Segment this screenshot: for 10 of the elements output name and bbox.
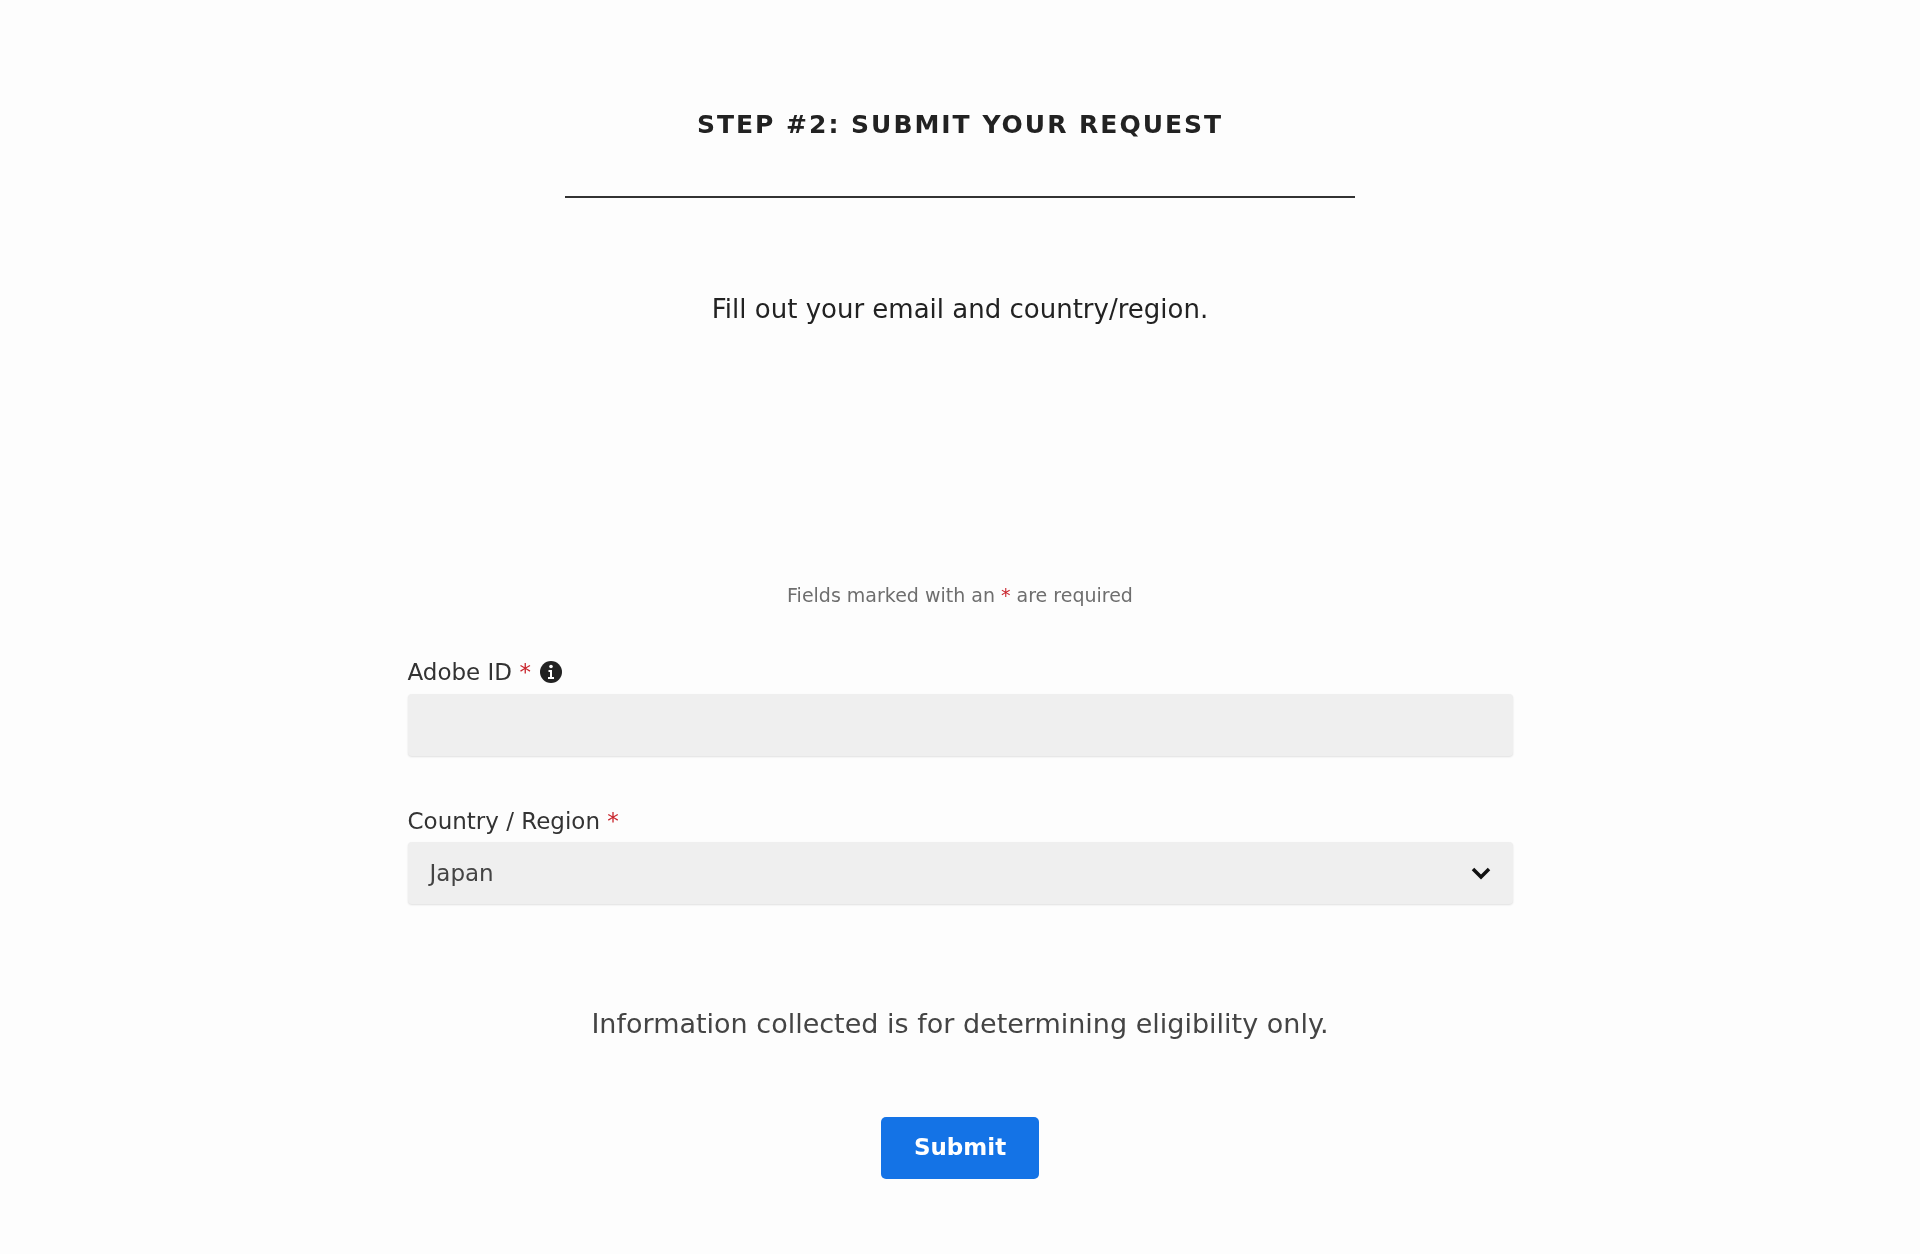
instruction-text: Fill out your email and country/region.	[710, 292, 1210, 326]
chevron-down-icon	[1470, 866, 1491, 880]
field-label: Adobe ID *	[407, 658, 531, 687]
required-note: Fields marked with an * are required	[787, 583, 1133, 606]
info-icon[interactable]	[538, 660, 563, 685]
field-label: Country / Region *	[407, 806, 619, 836]
page-heading: STEP #2: SUBMIT YOUR REQUEST	[695, 109, 1225, 141]
submit-button[interactable]: Submit	[881, 1116, 1039, 1179]
disclaimer-text: Information collected is for determining eligibility only.	[590, 1007, 1330, 1041]
dropdown-select[interactable]: Japan	[407, 842, 1513, 904]
